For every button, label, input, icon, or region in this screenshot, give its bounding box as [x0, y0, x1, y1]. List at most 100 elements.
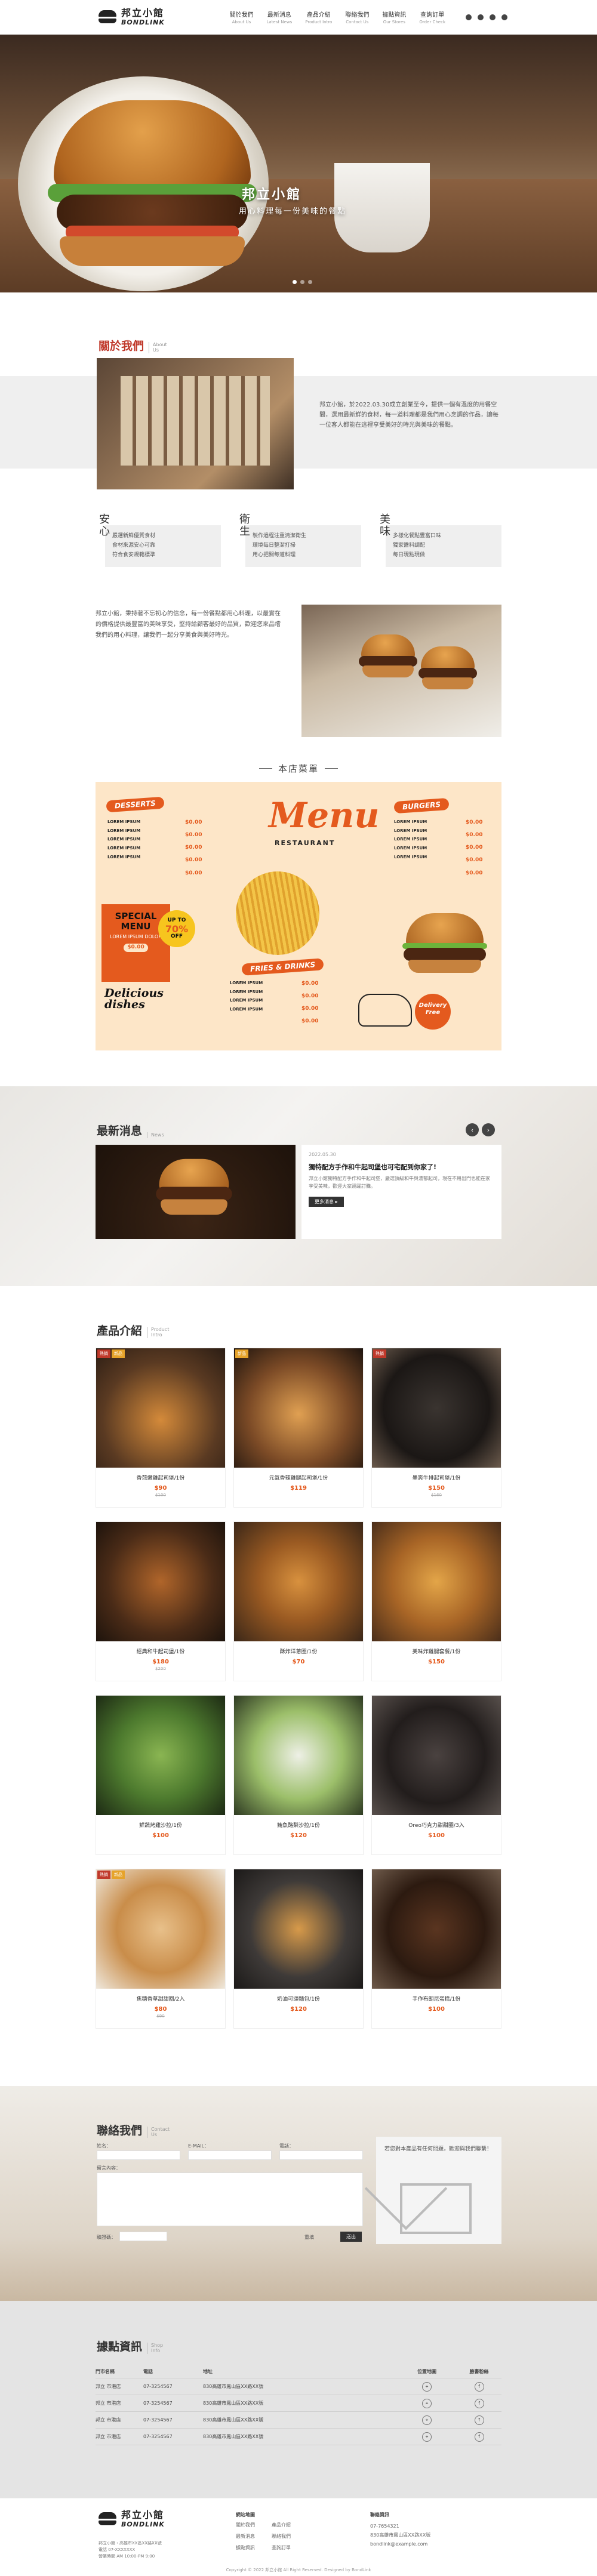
page: 邦立小館 BONDLINK 關於我們 About Us 最新消息 Latest Ne… [0, 0, 597, 2576]
hot-badge: 熱銷 [97, 1349, 110, 1358]
news-headline[interactable]: 獨特配方手作和牛起司堡也可宅配到你家了! [309, 1162, 494, 1172]
delivery-scooter-icon [358, 994, 412, 1027]
nav-item-stores[interactable]: 據點資訊 Our Stores [382, 10, 406, 24]
line-icon[interactable] [478, 14, 484, 20]
discount-badge: UP TO 70% OFF [158, 910, 195, 947]
table-row: 邦立 市港店 07-3254567 830高雄市鳳山區XX路XX號 ⌖ f [96, 2395, 501, 2412]
product-name: 美味炸雞腿套餐/1份 [412, 1649, 461, 1655]
burger-logo-icon [99, 10, 116, 24]
footer-link[interactable]: 關於我們 [236, 2522, 272, 2528]
footer-contact: 聯絡資訊 07-7654321 830高雄市鳳山區XX路XX號 bondlink… [370, 2512, 430, 2549]
news-prev-button[interactable]: ‹ [466, 1123, 479, 1136]
facebook-icon[interactable]: f [474, 2415, 484, 2425]
phone-input[interactable] [279, 2150, 363, 2160]
send-button[interactable]: 送出 [340, 2232, 362, 2242]
hero-dot[interactable] [293, 280, 297, 284]
footer-link[interactable]: 最新消息 [236, 2533, 272, 2540]
product-old-price: $100 [155, 1493, 166, 1497]
hero-cup-image [334, 163, 430, 252]
message-textarea[interactable] [97, 2173, 363, 2226]
product-name: 鮮蔬烤雞沙拉/1份 [139, 1823, 182, 1829]
hero-dot[interactable] [308, 280, 312, 284]
footer-email[interactable]: bondlink@example.com [370, 2540, 430, 2549]
hero-pagination [293, 280, 312, 284]
product-name: 元氣香辣雞腿起司堡/1份 [269, 1475, 328, 1481]
product-name: 奶油可頌麵包/1份 [277, 1996, 320, 2002]
contact-section: 聯絡我們 Contact Us 姓名： E-MAIL： 電話： 留言內容： 驗證碼… [0, 2086, 597, 2301]
news-burger-image[interactable] [96, 1145, 296, 1239]
hero-dot[interactable] [300, 280, 304, 284]
user-icon[interactable] [490, 14, 496, 20]
product-image [234, 1696, 363, 1815]
product-card[interactable]: 酥炸洋蔥圈/1份 $70 [233, 1521, 364, 1681]
map-pin-icon[interactable]: ⌖ [422, 2381, 432, 2392]
facebook-icon[interactable] [466, 14, 472, 20]
footer-logo[interactable]: 邦立小館 BONDLINK [99, 2510, 165, 2528]
product-price: $100 [152, 1832, 169, 1839]
facebook-icon[interactable]: f [474, 2432, 484, 2442]
new-badge: 新品 [112, 1349, 125, 1358]
footer-link[interactable]: 查詢訂單 [272, 2544, 307, 2551]
product-card[interactable]: 熱銷 新品 香煎嫩雞起司堡/1份 $90 $100 [96, 1348, 226, 1508]
products-section-title: 產品介紹 Product Intro [97, 1324, 170, 1338]
news-section-title: 最新消息 News [97, 1124, 164, 1138]
footer-link[interactable]: 據點資訊 [236, 2544, 272, 2551]
product-name: 鮪魚酪梨沙拉/1份 [277, 1823, 320, 1829]
product-price: $180 [152, 1659, 169, 1665]
about-story-text: 邦立小館，秉持著不忘初心的信念，每一份餐點都用心料理，以最實在的價格提供最豐富的… [96, 611, 281, 639]
hero-subtitle: 用心料理每一份美味的餐點 [239, 207, 347, 216]
cart-icon[interactable] [501, 14, 507, 20]
map-pin-icon[interactable]: ⌖ [422, 2432, 432, 2442]
product-price: $90 [154, 1485, 167, 1492]
about-intro-text: 邦立小館，於2022.03.30成立創業至今，提供一個有溫度的用餐空間，選用最新… [319, 402, 498, 429]
contact-section-title: 聯絡我們 Contact Us [97, 2124, 170, 2138]
nav-item-about[interactable]: 關於我們 About Us [230, 10, 254, 24]
captcha-input[interactable] [119, 2232, 167, 2241]
site-header: 邦立小館 BONDLINK 關於我們 About Us 最新消息 Latest Ne… [0, 0, 597, 35]
copyright: Copyright © 2022 邦立小館 All Right Reserved… [226, 2568, 371, 2572]
news-more-button[interactable]: 更多消息 ▸ [309, 1196, 344, 1207]
product-card[interactable]: 美味炸雞腿套餐/1份 $150 [371, 1521, 501, 1681]
product-card[interactable]: 經典和牛起司堡/1份 $180 $200 [96, 1521, 226, 1681]
reset-button[interactable]: 重填 [304, 2234, 314, 2241]
facebook-icon[interactable]: f [474, 2398, 484, 2408]
new-badge: 新品 [112, 1871, 125, 1879]
email-input[interactable] [188, 2150, 272, 2160]
nav-item-contact[interactable]: 聯絡我們 Contact Us [345, 10, 369, 24]
product-card[interactable]: 奶油可頌麵包/1份 $120 [233, 1869, 364, 2029]
product-card[interactable]: 熱銷 墨爽牛排起司堡/1份 $150 $160 [371, 1348, 501, 1508]
product-name: 經典和牛起司堡/1份 [136, 1649, 185, 1655]
news-card[interactable]: 2022.05.30 獨特配方手作和牛起司堡也可宅配到你家了! 邦立小館獨特配方… [301, 1145, 501, 1239]
news-next-button[interactable]: › [482, 1123, 495, 1136]
product-card[interactable]: 鮪魚酪梨沙拉/1份 $120 [233, 1695, 364, 1855]
product-image [372, 1696, 501, 1815]
product-card[interactable]: 鮮蔬烤雞沙拉/1份 $100 [96, 1695, 226, 1855]
product-image [96, 1696, 225, 1815]
table-row: 邦立 市港店 07-3254567 830高雄市鳳山區XX路XX號 ⌖ f [96, 2378, 501, 2395]
locations-table: 門市名稱 電話 地址 位置地圖 臉書粉絲 邦立 市港店 07-3254567 8… [96, 2365, 501, 2445]
brand-logo[interactable]: 邦立小館 BONDLINK [99, 8, 165, 26]
footer-phone[interactable]: 07-7654321 [370, 2522, 430, 2531]
product-image [372, 1522, 501, 1641]
nav-item-news[interactable]: 最新消息 Latest News [267, 10, 293, 24]
product-card[interactable]: 手作布朗尼蛋糕/1份 $100 [371, 1869, 501, 2029]
product-card[interactable]: 熱銷 新品 焦糖香草甜甜圈/2入 $80 $90 [96, 1869, 226, 2029]
about-features: 安心 嚴選新鮮優質食材 食材來源安心可靠 符合食安規範標準 衛生 製作過程注重清… [96, 513, 501, 567]
product-card[interactable]: Oreo巧克力甜甜圈/3入 $100 [371, 1695, 501, 1855]
menu-burger-image [402, 913, 487, 973]
footer-link[interactable]: 產品介紹 [272, 2522, 307, 2528]
name-input[interactable] [97, 2150, 180, 2160]
footer-link[interactable]: 聯絡我們 [272, 2533, 307, 2540]
nav-item-order[interactable]: 查詢訂單 Order Check [419, 10, 445, 24]
product-grid: 熱銷 新品 香煎嫩雞起司堡/1份 $90 $100 新品 元氣香辣雞腿起司堡/1份… [96, 1348, 501, 2029]
product-card[interactable]: 新品 元氣香辣雞腿起司堡/1份 $119 [233, 1348, 364, 1508]
about-band [0, 376, 597, 469]
nav-item-products[interactable]: 產品介紹 Product Intro [305, 10, 332, 24]
map-pin-icon[interactable]: ⌖ [422, 2398, 432, 2408]
map-pin-icon[interactable]: ⌖ [422, 2415, 432, 2425]
product-old-price: $160 [431, 1493, 442, 1497]
product-name: 酥炸洋蔥圈/1份 [279, 1649, 318, 1655]
delivery-badge: Delivery Free [415, 994, 451, 1030]
facebook-icon[interactable]: f [474, 2381, 484, 2392]
product-old-price: $200 [155, 1666, 166, 1671]
